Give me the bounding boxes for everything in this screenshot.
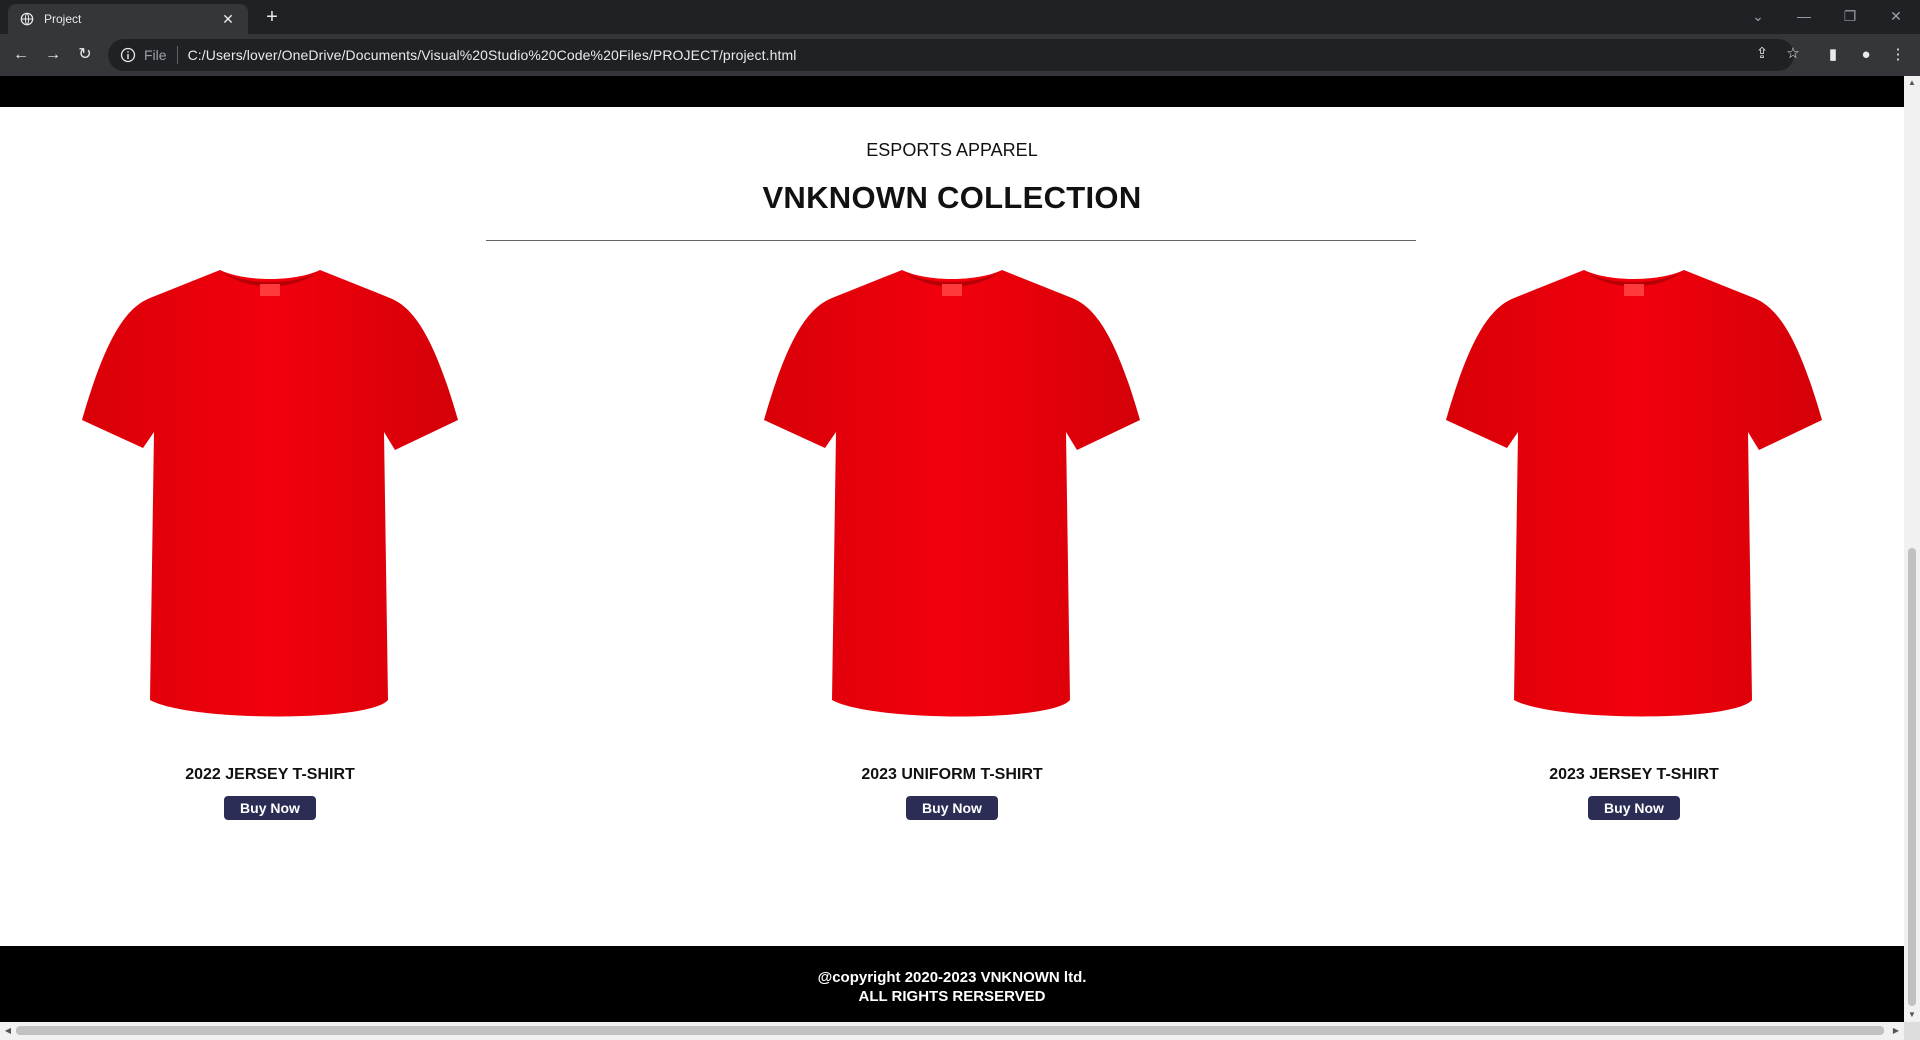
buy-now-button[interactable]: Buy Now bbox=[1588, 796, 1680, 820]
back-icon[interactable]: ← bbox=[10, 44, 32, 66]
vertical-scroll-thumb[interactable] bbox=[1908, 548, 1916, 1006]
omnibox-separator bbox=[176, 46, 178, 64]
page-viewport: ESPORTS APPAREL VNKNOWN COLLECTION 2022 … bbox=[0, 76, 1904, 1022]
scroll-up-icon[interactable]: ▲ bbox=[1904, 76, 1920, 90]
product-card: 2023 JERSEY T-SHIRT Buy Now bbox=[1424, 260, 1844, 820]
globe-icon bbox=[20, 12, 34, 26]
tab-search-icon[interactable]: ⌄ bbox=[1748, 6, 1768, 26]
scrollbar-corner bbox=[1904, 1022, 1920, 1040]
scroll-left-icon[interactable]: ◀ bbox=[0, 1022, 16, 1040]
minimize-icon[interactable]: — bbox=[1794, 6, 1814, 26]
scroll-down-icon[interactable]: ▼ bbox=[1904, 1008, 1920, 1022]
new-tab-button[interactable]: + bbox=[262, 7, 282, 27]
tab-strip: Project ✕ + ⌄ — ❐ ✕ bbox=[0, 0, 1920, 34]
share-icon[interactable]: ⇪ bbox=[1753, 45, 1771, 63]
tab-title: Project bbox=[44, 12, 82, 26]
scheme-label: File bbox=[144, 47, 167, 63]
buy-now-button[interactable]: Buy Now bbox=[224, 796, 316, 820]
scroll-right-icon[interactable]: ▶ bbox=[1888, 1022, 1904, 1040]
footer-rights: ALL RIGHTS RERSERVED bbox=[858, 988, 1046, 1005]
product-name: 2023 JERSEY T-SHIRT bbox=[1549, 766, 1719, 783]
horizontal-scrollbar[interactable]: ◀ ▶ bbox=[0, 1022, 1904, 1040]
tshirt-image bbox=[764, 270, 1140, 717]
restore-icon[interactable]: ❐ bbox=[1840, 6, 1860, 26]
browser-tab[interactable]: Project ✕ bbox=[8, 4, 248, 34]
side-panel-icon[interactable]: ▮ bbox=[1823, 45, 1843, 65]
collection-heading: VNKNOWN COLLECTION bbox=[762, 180, 1142, 215]
url-text[interactable]: C:/Users/lover/OneDrive/Documents/Visual… bbox=[188, 47, 797, 63]
header-bar bbox=[0, 76, 1904, 107]
buy-now-button[interactable]: Buy Now bbox=[906, 796, 998, 820]
kebab-menu-icon[interactable]: ⋮ bbox=[1888, 45, 1908, 65]
forward-icon[interactable]: → bbox=[42, 44, 64, 66]
address-bar[interactable]: File C:/Users/lover/OneDrive/Documents/V… bbox=[108, 39, 1794, 71]
footer: @copyright 2020-2023 VNKNOWN ltd. ALL RI… bbox=[0, 946, 1904, 1022]
product-card: 2022 JERSEY T-SHIRT Buy Now bbox=[60, 260, 480, 820]
browser-toolbar: ← → ↻ File C:/Users/lover/OneDrive/Docum… bbox=[0, 34, 1920, 76]
star-icon[interactable]: ☆ bbox=[1784, 45, 1802, 63]
heading-divider bbox=[486, 240, 1416, 241]
close-tab-icon[interactable]: ✕ bbox=[220, 11, 236, 27]
product-name: 2023 UNIFORM T-SHIRT bbox=[861, 766, 1043, 783]
product-card: 2023 UNIFORM T-SHIRT Buy Now bbox=[742, 260, 1162, 820]
info-icon[interactable] bbox=[120, 47, 136, 63]
product-name: 2022 JERSEY T-SHIRT bbox=[185, 766, 355, 783]
vertical-scrollbar[interactable]: ▲ ▼ bbox=[1904, 76, 1920, 1022]
close-window-icon[interactable]: ✕ bbox=[1886, 6, 1906, 26]
section-kicker: ESPORTS APPAREL bbox=[866, 140, 1038, 160]
tshirt-image bbox=[82, 270, 458, 717]
reload-icon[interactable]: ↻ bbox=[74, 44, 96, 66]
tshirt-image bbox=[1446, 270, 1822, 717]
horizontal-scroll-thumb[interactable] bbox=[16, 1026, 1884, 1035]
footer-copyright: @copyright 2020-2023 VNKNOWN ltd. bbox=[817, 969, 1087, 986]
profile-icon[interactable]: ● bbox=[1856, 45, 1876, 65]
